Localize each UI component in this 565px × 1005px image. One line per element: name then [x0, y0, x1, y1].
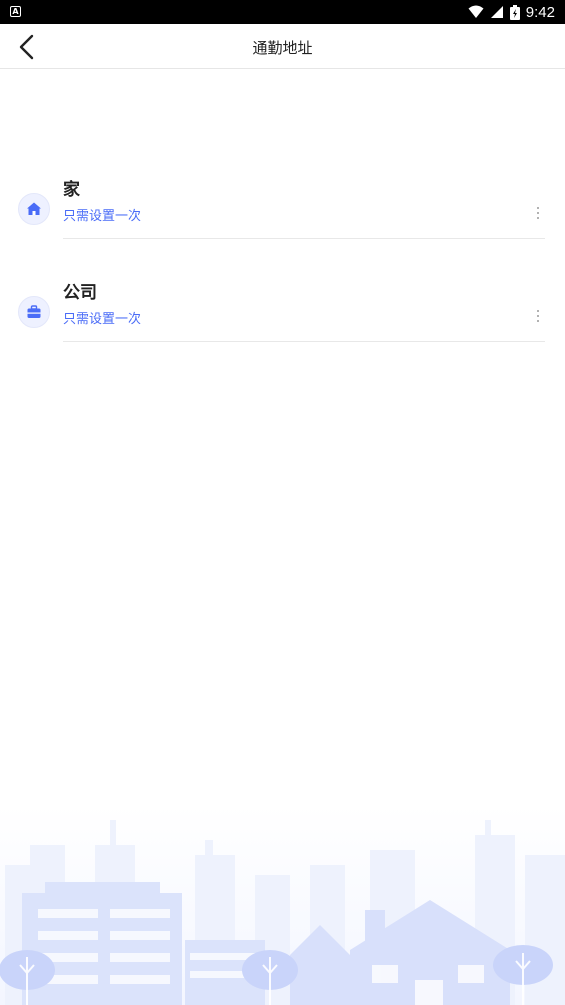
more-options-icon[interactable] — [530, 203, 546, 223]
address-item-home[interactable]: 家 只需设置一次 — [0, 175, 565, 245]
city-skyline-illustration — [0, 805, 565, 1005]
app-bar: 通勤地址 — [0, 24, 565, 69]
cellular-signal-icon — [490, 6, 503, 18]
address-name: 家 — [63, 180, 80, 200]
more-options-icon[interactable] — [530, 306, 546, 326]
briefcase-icon — [27, 305, 41, 318]
address-item-company[interactable]: 公司 只需设置一次 — [0, 278, 565, 348]
notification-app-icon: A — [10, 6, 21, 17]
address-name: 公司 — [63, 283, 97, 303]
page-title: 通勤地址 — [252, 39, 313, 57]
divider — [63, 341, 545, 342]
status-time: 9:42 — [525, 3, 555, 21]
home-icon — [27, 202, 41, 215]
briefcase-icon-badge — [18, 296, 50, 328]
notification-icon-letter: A — [12, 7, 19, 16]
address-subtitle[interactable]: 只需设置一次 — [63, 205, 141, 224]
status-bar: A 9:42 — [0, 0, 565, 24]
address-subtitle[interactable]: 只需设置一次 — [63, 308, 141, 327]
battery-charging-icon — [509, 4, 520, 20]
wifi-icon — [468, 5, 484, 18]
divider — [63, 238, 545, 239]
status-indicators: 9:42 — [468, 2, 555, 22]
home-icon-badge — [18, 193, 50, 225]
